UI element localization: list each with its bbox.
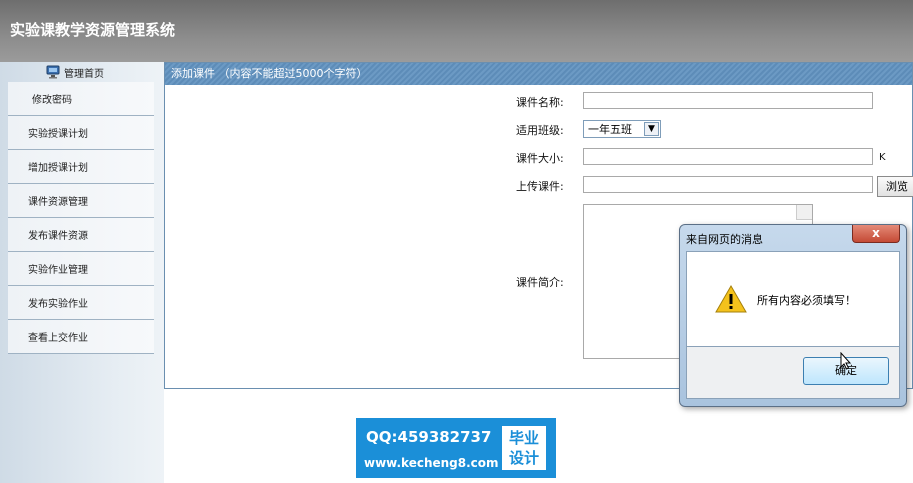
watermark-qq: QQ:459382737 bbox=[366, 428, 492, 446]
sidebar-item-label: 修改密码 bbox=[32, 95, 72, 106]
sidebar-item-lab-plan[interactable]: 实验授课计划 bbox=[8, 116, 154, 150]
close-button[interactable]: x bbox=[852, 225, 900, 243]
home-label: 管理首页 bbox=[64, 68, 104, 80]
sidebar-item-homework-manage[interactable]: 实验作业管理 bbox=[8, 252, 154, 286]
dialog-footer: 确定 bbox=[686, 347, 900, 399]
browse-button[interactable]: 浏览 bbox=[877, 176, 913, 197]
class-select-value: 一年五班 bbox=[588, 123, 632, 136]
dialog-title: 来自网页的消息 bbox=[686, 233, 763, 246]
sidebar-item-label: 课件资源管理 bbox=[28, 197, 88, 208]
watermark-badge-line1: 毕业 bbox=[508, 429, 539, 447]
watermark-badge-line2: 设计 bbox=[508, 449, 539, 467]
courseware-size-input[interactable] bbox=[583, 148, 873, 165]
sidebar-item-label: 实验作业管理 bbox=[28, 265, 88, 276]
sidebar-item-view-submissions[interactable]: 查看上交作业 bbox=[8, 320, 154, 354]
close-icon: x bbox=[872, 226, 880, 240]
sidebar-item-publish-courseware[interactable]: 发布课件资源 bbox=[8, 218, 154, 252]
dialog-message: 所有内容必须填写！ bbox=[757, 294, 856, 307]
panel-title: 添加课件 （内容不能超过5000个字符） bbox=[165, 63, 912, 85]
sidebar-item-label: 发布实验作业 bbox=[28, 299, 88, 310]
sidebar-item-add-plan[interactable]: 增加授课计划 bbox=[8, 150, 154, 184]
dialog-body: 所有内容必须填写！ bbox=[686, 251, 900, 347]
sidebar-item-label: 增加授课计划 bbox=[28, 163, 88, 174]
mouse-cursor-icon bbox=[840, 352, 852, 370]
watermark-badge: 毕业 设计 bbox=[502, 426, 546, 470]
class-select[interactable]: 一年五班 ▼ bbox=[583, 120, 661, 138]
home-link[interactable]: 管理首页 bbox=[46, 64, 104, 80]
sidebar-menu: 修改密码 实验授课计划 增加授课计划 课件资源管理 发布课件资源 实验作业管理 … bbox=[8, 82, 154, 354]
monitor-icon bbox=[46, 65, 60, 79]
sidebar-item-courseware-manage[interactable]: 课件资源管理 bbox=[8, 184, 154, 218]
chevron-down-icon[interactable]: ▼ bbox=[644, 122, 659, 136]
upload-file-input[interactable] bbox=[583, 176, 873, 193]
sidebar-item-label: 实验授课计划 bbox=[28, 129, 88, 140]
watermark-url: www.kecheng8.com bbox=[364, 456, 499, 470]
sidebar-item-label: 发布课件资源 bbox=[28, 231, 88, 242]
sidebar-item-change-password[interactable]: 修改密码 bbox=[8, 82, 154, 116]
size-unit-label: K bbox=[879, 152, 886, 163]
system-title: 实验课教学资源管理系统 bbox=[10, 21, 176, 39]
courseware-size-label: 课件大小: bbox=[516, 152, 564, 165]
sidebar-item-label: 查看上交作业 bbox=[28, 333, 88, 344]
intro-label: 课件简介: bbox=[516, 276, 564, 289]
textarea-scrollbar[interactable] bbox=[796, 205, 812, 220]
watermark-banner: QQ:459382737 www.kecheng8.com 毕业 设计 bbox=[356, 418, 556, 478]
sidebar-item-publish-homework[interactable]: 发布实验作业 bbox=[8, 286, 154, 320]
warning-icon bbox=[715, 285, 747, 313]
class-label: 适用班级: bbox=[516, 124, 564, 137]
courseware-name-input[interactable] bbox=[583, 92, 873, 109]
courseware-name-label: 课件名称: bbox=[516, 96, 564, 109]
upload-label: 上传课件: bbox=[516, 180, 564, 193]
alert-dialog: 来自网页的消息 x 所有内容必须填写！ 确定 bbox=[679, 224, 907, 407]
